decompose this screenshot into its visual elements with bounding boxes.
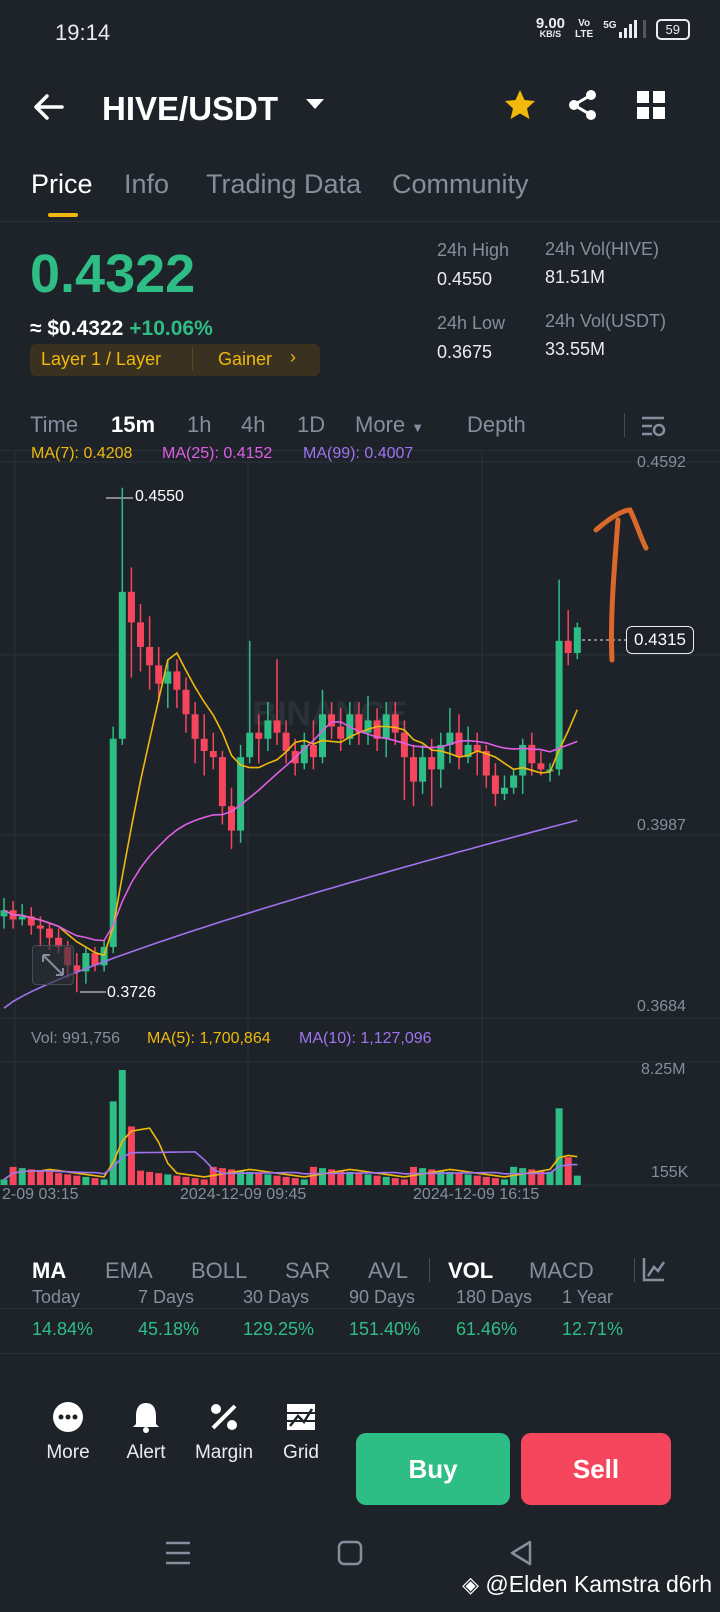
low-label: 24h Low (437, 313, 506, 333)
margin-button[interactable]: Margin (184, 1400, 264, 1464)
binance-logo-icon: ◈ (462, 1572, 479, 1597)
price-change: +10.06% (129, 317, 213, 340)
interval-1h[interactable]: 1h (187, 412, 211, 438)
high-value: 0.4550 (437, 269, 493, 289)
hand-drawn-arrow-icon (593, 507, 649, 663)
vol-usdt-value: 33.55M (545, 339, 606, 359)
tab-trading-data[interactable]: Trading Data (206, 169, 361, 200)
tag-layer[interactable]: Layer 1 / Layer (41, 349, 161, 370)
perf-label: 7 Days (138, 1287, 195, 1307)
divider (634, 1258, 635, 1282)
interval-bar: Time 15m 1h 4h 1D More ▼ Depth (0, 400, 720, 451)
alert-button[interactable]: Alert (106, 1400, 186, 1464)
sell-button[interactable]: Sell (521, 1433, 671, 1505)
vol-hive-value: 81.51M (545, 267, 606, 287)
bell-icon (133, 1403, 159, 1433)
back-arrow-icon[interactable] (32, 92, 66, 122)
tag-divider (192, 348, 193, 370)
perf-label: 1 Year (562, 1287, 614, 1307)
chevron-right-icon: › (290, 347, 296, 367)
grid-button[interactable]: Grid (261, 1400, 341, 1464)
interval-4h[interactable]: 4h (241, 412, 265, 438)
more-dots-icon (53, 1402, 83, 1432)
battery-icon: 59 (655, 18, 690, 40)
grid-menu-icon[interactable] (636, 90, 666, 120)
buy-button[interactable]: Buy (356, 1433, 510, 1505)
performance-row: Today 14.84% 7 Days 45.18% 30 Days 129.2… (0, 1280, 720, 1354)
usd-price: ≈ $0.4322 (30, 317, 124, 340)
percent-icon (211, 1404, 237, 1430)
perf-value: 129.25% (243, 1319, 315, 1339)
high-label: 24h High (437, 240, 510, 260)
user-watermark: ◈ @Elden Kamstra d6rh (462, 1571, 712, 1597)
low-value: 0.3675 (437, 342, 493, 362)
tab-community[interactable]: Community (392, 169, 529, 200)
tab-info[interactable]: Info (124, 169, 169, 200)
pair-dropdown-icon[interactable] (304, 96, 326, 112)
share-icon[interactable] (566, 88, 600, 122)
grid-bot-icon (287, 1404, 315, 1430)
last-price: 0.4322 (30, 244, 196, 304)
volte-icon: Vo LTE (575, 18, 594, 40)
interval-1d[interactable]: 1D (297, 412, 325, 438)
interval-time[interactable]: Time (30, 412, 78, 438)
tag-gainer[interactable]: Gainer (218, 349, 272, 370)
perf-value: 151.40% (349, 1319, 421, 1339)
pair-title[interactable]: HIVE/USDT (102, 90, 278, 128)
more-button[interactable]: More (28, 1400, 108, 1464)
signal-icon: 5G (603, 20, 646, 38)
interval-more[interactable]: More ▼ (355, 412, 424, 438)
perf-value: 45.18% (138, 1319, 200, 1339)
network-speed: 9.00 KB/S (535, 15, 566, 39)
divider (429, 1258, 430, 1282)
interval-15m[interactable]: 15m (111, 412, 155, 438)
divider (624, 413, 625, 437)
indicator-settings-icon[interactable] (642, 1256, 666, 1282)
perf-value: 12.71% (562, 1319, 624, 1339)
home-icon[interactable] (337, 1540, 363, 1566)
perf-value: 14.84% (32, 1319, 94, 1339)
interval-depth[interactable]: Depth (467, 412, 526, 438)
clock: 19:14 (55, 20, 111, 45)
back-nav-icon[interactable] (508, 1540, 534, 1566)
status-icons: 9.00 KB/S Vo LTE 5G 59 (535, 15, 690, 40)
chart-settings-icon[interactable] (640, 413, 666, 439)
perf-label: 90 Days (349, 1287, 416, 1307)
candlestick-chart[interactable]: BINANCE MA(7): 0.4208 MA(25): 0.4152 MA(… (0, 445, 720, 1220)
recents-icon[interactable] (164, 1540, 192, 1566)
perf-label: 30 Days (243, 1287, 310, 1307)
usd-price-line: ≈ $0.4322 +10.06% (30, 317, 213, 341)
vol-usdt-label: 24h Vol(USDT) (545, 311, 667, 331)
active-tab-indicator (48, 213, 78, 217)
perf-label: Today (32, 1287, 81, 1307)
tab-price[interactable]: Price (31, 169, 93, 200)
vol-hive-label: 24h Vol(HIVE) (545, 239, 660, 259)
tag-bar[interactable]: Layer 1 / Layer Gainer › (30, 344, 320, 376)
perf-value: 61.46% (456, 1319, 518, 1339)
status-bar: 19:14 9.00 KB/S Vo LTE 5G 59 (0, 0, 720, 64)
perf-label: 180 Days (456, 1287, 533, 1307)
caret-down-icon: ▼ (411, 420, 425, 435)
favorite-star-icon[interactable] (503, 88, 537, 122)
main-tabs: Price Info Trading Data Community (0, 165, 720, 222)
